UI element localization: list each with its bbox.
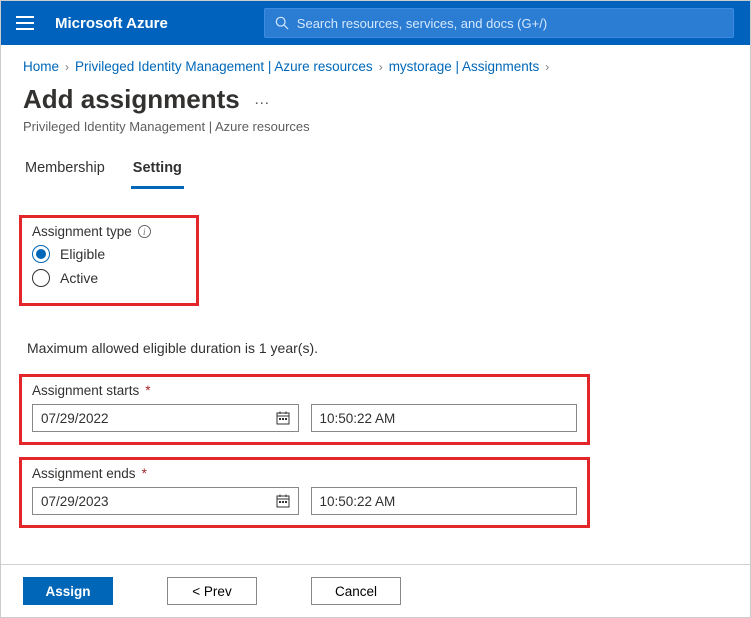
assign-button[interactable]: Assign bbox=[23, 577, 113, 605]
tab-membership[interactable]: Membership bbox=[23, 152, 107, 189]
radio-active[interactable]: Active bbox=[32, 269, 186, 287]
start-date-input[interactable]: 07/29/2022 bbox=[32, 404, 299, 432]
assignment-starts-group: Assignment starts * 07/29/2022 10:50:22 … bbox=[19, 374, 590, 445]
page-title: Add assignments bbox=[23, 84, 240, 115]
end-date-value: 07/29/2023 bbox=[41, 494, 109, 509]
search-input[interactable] bbox=[297, 16, 723, 31]
radio-eligible-label: Eligible bbox=[60, 246, 105, 262]
start-time-input[interactable]: 10:50:22 AM bbox=[311, 404, 578, 432]
chevron-right-icon: › bbox=[545, 60, 549, 74]
end-time-input[interactable]: 10:50:22 AM bbox=[311, 487, 578, 515]
assignment-type-label-text: Assignment type bbox=[32, 224, 132, 239]
brand-label[interactable]: Microsoft Azure bbox=[55, 15, 168, 32]
radio-active-label: Active bbox=[60, 270, 98, 286]
calendar-icon bbox=[276, 411, 290, 425]
radio-icon bbox=[32, 269, 50, 287]
assignment-ends-label-text: Assignment ends bbox=[32, 466, 136, 481]
assignment-starts-label-text: Assignment starts bbox=[32, 383, 139, 398]
global-search[interactable] bbox=[264, 8, 734, 38]
chevron-right-icon: › bbox=[65, 60, 69, 74]
calendar-icon bbox=[276, 494, 290, 508]
required-marker: * bbox=[142, 466, 147, 481]
chevron-right-icon: › bbox=[379, 60, 383, 74]
assignment-type-label: Assignment type i bbox=[32, 224, 186, 239]
radio-eligible[interactable]: Eligible bbox=[32, 245, 186, 263]
more-menu-icon[interactable]: … bbox=[254, 91, 271, 109]
prev-button[interactable]: < Prev bbox=[167, 577, 257, 605]
end-date-input[interactable]: 07/29/2023 bbox=[32, 487, 299, 515]
assignment-ends-label: Assignment ends * bbox=[32, 466, 577, 481]
start-date-value: 07/29/2022 bbox=[41, 411, 109, 426]
assignment-ends-group: Assignment ends * 07/29/2023 10:50:22 AM bbox=[19, 457, 590, 528]
page-subtitle: Privileged Identity Management | Azure r… bbox=[1, 117, 750, 152]
end-time-value: 10:50:22 AM bbox=[320, 494, 396, 509]
assignment-type-group: Assignment type i Eligible Active bbox=[19, 215, 199, 306]
page-title-row: Add assignments … bbox=[1, 80, 750, 117]
tab-setting[interactable]: Setting bbox=[131, 152, 184, 189]
start-time-value: 10:50:22 AM bbox=[320, 411, 396, 426]
menu-icon[interactable] bbox=[11, 9, 39, 37]
duration-note: Maximum allowed eligible duration is 1 y… bbox=[1, 318, 750, 374]
breadcrumb-mystorage[interactable]: mystorage | Assignments bbox=[389, 59, 540, 74]
required-marker: * bbox=[145, 383, 150, 398]
top-header: Microsoft Azure bbox=[1, 1, 750, 45]
search-icon bbox=[275, 16, 289, 30]
breadcrumb-home[interactable]: Home bbox=[23, 59, 59, 74]
action-bar: Assign < Prev Cancel bbox=[1, 564, 750, 617]
assignment-starts-label: Assignment starts * bbox=[32, 383, 577, 398]
info-icon[interactable]: i bbox=[138, 225, 151, 238]
radio-icon bbox=[32, 245, 50, 263]
breadcrumb: Home › Privileged Identity Management | … bbox=[1, 45, 750, 80]
breadcrumb-pim[interactable]: Privileged Identity Management | Azure r… bbox=[75, 59, 373, 74]
tab-bar: Membership Setting bbox=[1, 152, 750, 189]
cancel-button[interactable]: Cancel bbox=[311, 577, 401, 605]
